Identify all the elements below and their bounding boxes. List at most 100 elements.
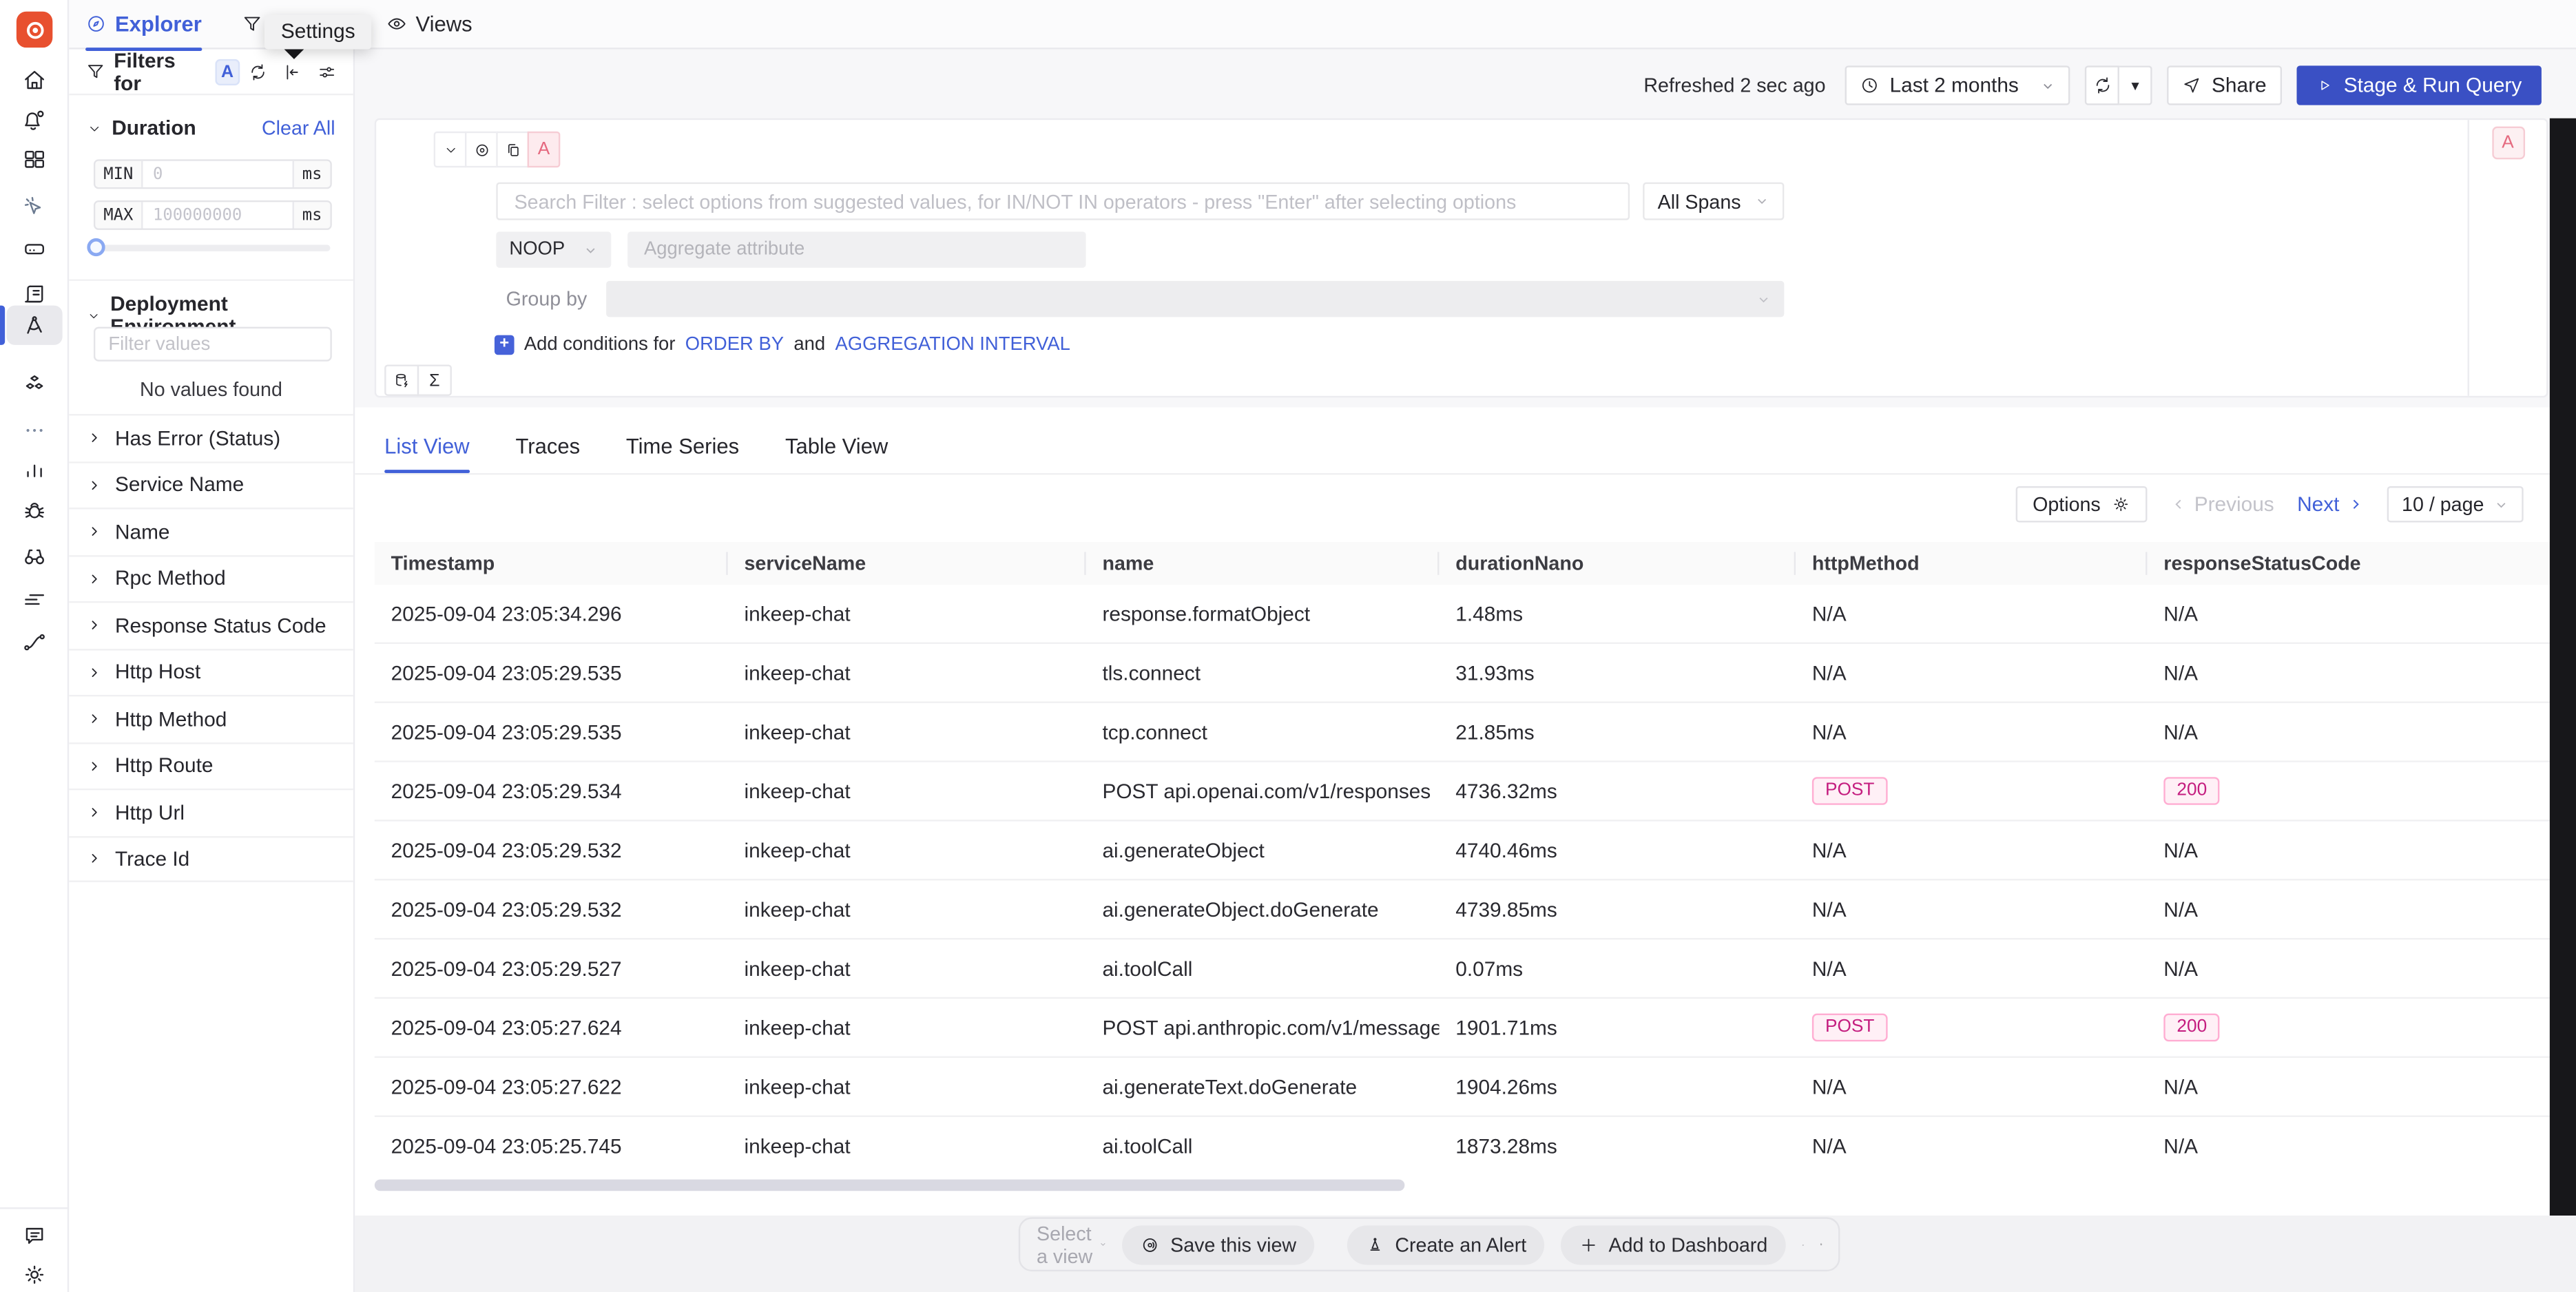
page-scrollbar[interactable] xyxy=(2550,118,2576,1216)
table-body: 2025-09-04 23:05:34.296inkeep-chatrespon… xyxy=(375,585,2550,1176)
view-tab-table-view[interactable]: Table View xyxy=(785,417,888,473)
sync-filters-icon[interactable] xyxy=(248,61,268,81)
aggregate-operator-select[interactable]: NOOP xyxy=(496,231,611,267)
table-row[interactable]: 2025-09-04 23:05:29.532inkeep-chatai.gen… xyxy=(375,880,2550,939)
order-by-link[interactable]: ORDER BY xyxy=(685,335,784,355)
filter-section-item[interactable]: Trace Id xyxy=(69,835,353,882)
refresh-dropdown-button[interactable]: ▼ xyxy=(2119,65,2152,105)
conditions-and: and xyxy=(793,335,825,355)
filter-section-item[interactable]: Rpc Method xyxy=(69,554,353,601)
settings-gear-icon[interactable] xyxy=(21,1262,48,1288)
signoz-logo[interactable] xyxy=(17,12,52,48)
table-row[interactable]: 2025-09-04 23:05:29.532inkeep-chatai.gen… xyxy=(375,822,2550,881)
column-header-serviceName[interactable]: serviceName xyxy=(728,542,1086,585)
clock-icon xyxy=(1860,76,1880,96)
duration-min-input[interactable] xyxy=(143,161,293,187)
cell-name: ai.toolCall xyxy=(1086,1117,1440,1176)
toggle-visibility-button[interactable] xyxy=(465,132,498,167)
column-header-responseStatusCode[interactable]: responseStatusCode xyxy=(2147,542,2549,585)
messaging-queues-icon[interactable] xyxy=(21,371,48,397)
add-condition-button[interactable]: + xyxy=(495,335,515,355)
filter-section-item[interactable]: Name xyxy=(69,508,353,554)
info-icon[interactable] xyxy=(1802,1233,1803,1255)
cell-serviceName: inkeep-chat xyxy=(728,644,1086,701)
column-header-durationNano[interactable]: durationNano xyxy=(1439,542,1796,585)
create-alert-button[interactable]: Create an Alert xyxy=(1347,1225,1544,1264)
refresh-button[interactable] xyxy=(2085,65,2119,105)
filters-query-badge[interactable]: A xyxy=(215,59,240,85)
traces-icon[interactable] xyxy=(21,312,48,338)
filter-section-item[interactable]: Service Name xyxy=(69,461,353,508)
home-icon[interactable] xyxy=(21,67,48,94)
pointer-icon[interactable] xyxy=(21,194,48,220)
filter-section-label: Http Route xyxy=(115,754,214,777)
add-query-button[interactable] xyxy=(384,365,419,396)
alerts-icon[interactable] xyxy=(21,107,48,133)
previous-page-button[interactable]: Previous xyxy=(2170,493,2274,516)
cell-serviceName: inkeep-chat xyxy=(728,762,1086,820)
query-label-badge[interactable]: A xyxy=(528,132,561,167)
filter-settings-icon[interactable] xyxy=(317,61,337,81)
filter-section-item[interactable]: Http Url xyxy=(69,789,353,835)
filter-section-item[interactable]: Has Error (Status) xyxy=(69,414,353,461)
table-row[interactable]: 2025-09-04 23:05:27.622inkeep-chatai.gen… xyxy=(375,1058,2550,1117)
time-range-select[interactable]: Last 2 months xyxy=(1845,65,2070,105)
exceptions-icon[interactable] xyxy=(21,498,48,524)
collapse-query-button[interactable] xyxy=(434,132,467,167)
copy-query-button[interactable] xyxy=(496,132,529,167)
table-row[interactable]: 2025-09-04 23:05:29.535inkeep-chattcp.co… xyxy=(375,703,2550,762)
clear-all-link[interactable]: Clear All xyxy=(262,116,335,139)
page-size-select[interactable]: 10 / page xyxy=(2387,486,2524,522)
filter-section-item[interactable]: Http Host xyxy=(69,648,353,695)
column-header-Timestamp[interactable]: Timestamp xyxy=(375,542,728,585)
table-row[interactable]: 2025-09-04 23:05:29.527inkeep-chatai.too… xyxy=(375,939,2550,999)
eye-icon xyxy=(386,13,408,34)
cell-serviceName: inkeep-chat xyxy=(728,1117,1086,1176)
filter-section-item[interactable]: Http Method xyxy=(69,695,353,742)
next-page-button[interactable]: Next xyxy=(2297,493,2364,516)
spans-scope-select[interactable]: All Spans xyxy=(1643,183,1784,220)
integrations-icon[interactable] xyxy=(21,629,48,656)
table-row[interactable]: 2025-09-04 23:05:29.535inkeep-chattls.co… xyxy=(375,644,2550,703)
metrics-icon[interactable] xyxy=(21,457,48,483)
dashboards-icon[interactable] xyxy=(21,146,48,172)
select-view-dropdown[interactable]: Select a view xyxy=(1037,1221,1106,1267)
filter-section-item[interactable]: Http Route xyxy=(69,742,353,789)
stage-run-query-button[interactable]: Stage & Run Query xyxy=(2296,65,2542,105)
cell-name: response.formatObject xyxy=(1086,585,1440,642)
save-view-button[interactable]: Save this view xyxy=(1123,1225,1314,1264)
duration-slider-track[interactable] xyxy=(95,244,330,251)
service-map-icon[interactable] xyxy=(21,544,48,570)
column-header-name[interactable]: name xyxy=(1086,542,1440,585)
table-row[interactable]: 2025-09-04 23:05:27.624inkeep-chatPOST a… xyxy=(375,999,2550,1058)
tab-views[interactable]: Views xyxy=(386,0,472,48)
filter-section-item[interactable]: Response Status Code xyxy=(69,601,353,648)
table-row[interactable]: 2025-09-04 23:05:34.296inkeep-chatrespon… xyxy=(375,585,2550,644)
share-button[interactable]: Share xyxy=(2168,65,2281,105)
duration-section-header[interactable]: Duration Clear All xyxy=(87,116,335,139)
add-formula-button[interactable]: Σ xyxy=(417,365,452,396)
cell-durationNano: 1904.26ms xyxy=(1439,1058,1796,1115)
view-tab-time-series[interactable]: Time Series xyxy=(626,417,739,473)
support-chat-icon[interactable] xyxy=(21,1222,48,1249)
tab-explorer[interactable]: Explorer xyxy=(85,0,202,48)
options-button[interactable]: Options xyxy=(2016,486,2146,522)
logs-icon[interactable] xyxy=(21,281,48,307)
search-filter-input[interactable] xyxy=(496,183,1630,220)
pipelines-icon[interactable] xyxy=(21,587,48,613)
more-icon[interactable] xyxy=(21,417,48,444)
column-header-httpMethod[interactable]: httpMethod xyxy=(1796,542,2147,585)
dock-panel-icon[interactable] xyxy=(1820,1232,1822,1257)
query-rail-badge[interactable]: A xyxy=(2491,127,2524,160)
aggregation-interval-link[interactable]: AGGREGATION INTERVAL xyxy=(835,335,1070,355)
horizontal-scrollbar[interactable] xyxy=(375,1180,1405,1191)
table-row[interactable]: 2025-09-04 23:05:29.534inkeep-chatPOST a… xyxy=(375,762,2550,822)
view-tab-traces[interactable]: Traces xyxy=(515,417,580,473)
infrastructure-icon[interactable] xyxy=(21,235,48,261)
table-row[interactable]: 2025-09-04 23:05:25.745inkeep-chatai.too… xyxy=(375,1117,2550,1176)
view-tab-list-view[interactable]: List View xyxy=(384,417,470,473)
duration-slider-handle[interactable] xyxy=(87,238,105,256)
duration-max-input[interactable] xyxy=(143,202,293,228)
deployment-filter-input[interactable] xyxy=(94,327,332,362)
add-to-dashboard-button[interactable]: Add to Dashboard xyxy=(1561,1225,1785,1264)
